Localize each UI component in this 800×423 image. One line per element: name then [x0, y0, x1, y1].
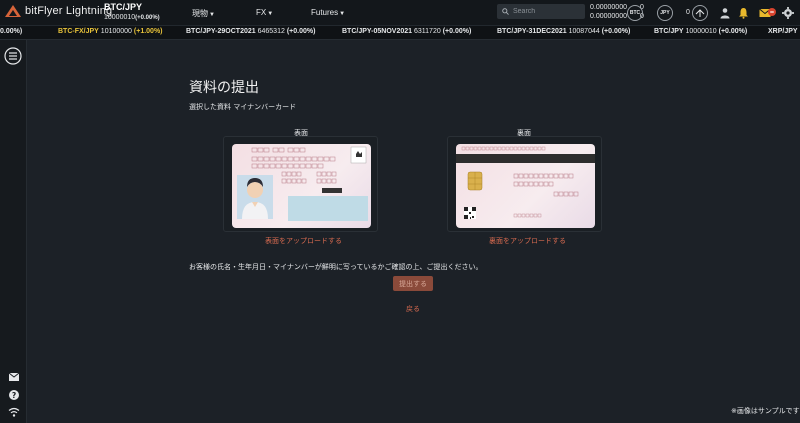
bell-icon[interactable]: [738, 7, 749, 19]
front-card-sample-image: [232, 144, 371, 228]
logo-text: bitFlyer Lightning: [25, 5, 113, 17]
back-upload-area[interactable]: [447, 136, 602, 232]
ticker-item[interactable]: 0.00%): [0, 28, 22, 35]
jpy-coin-icon[interactable]: JPY: [657, 5, 673, 21]
main-content: [28, 40, 800, 423]
sidebar: ?: [0, 40, 27, 423]
back-link[interactable]: 戻る: [406, 304, 420, 314]
chevron-down-icon: ▼: [339, 11, 346, 17]
user-icon[interactable]: [719, 7, 731, 19]
page-title: 資料の提出: [189, 80, 259, 96]
ticker-item[interactable]: XRP/JPY 1: [768, 28, 800, 35]
ticker-item[interactable]: BTC-FX/JPY 10100000 (+1.00%): [58, 28, 163, 35]
logo-icon: [5, 5, 21, 17]
front-upload-link[interactable]: 表面をアップロードする: [265, 236, 342, 246]
pair-price: 10000010(+0.00%): [104, 14, 160, 21]
ticker-item[interactable]: BTC/JPY-29OCT2021 6465312 (+0.00%): [186, 28, 315, 35]
mail-notification-icon[interactable]: [759, 7, 777, 18]
balance-display: 0.00000000 0.00000000: [590, 3, 627, 21]
balance-btc: 0.00000000: [590, 4, 627, 11]
logo[interactable]: bitFlyer Lightning: [5, 5, 112, 17]
wifi-icon[interactable]: [8, 407, 20, 417]
transfer-icon[interactable]: [692, 5, 708, 21]
btc-coin-icon[interactable]: BTC: [627, 5, 643, 21]
hamburger-menu-icon[interactable]: [4, 47, 22, 65]
menu-futures[interactable]: Futures▼: [311, 8, 345, 17]
search-icon: [502, 8, 509, 15]
current-pair[interactable]: BTC/JPY 10000010(+0.00%): [104, 2, 160, 21]
chevron-down-icon: ▼: [267, 11, 274, 17]
pair-name: BTC/JPY: [104, 2, 143, 12]
back-upload-link[interactable]: 裏面をアップロードする: [489, 236, 566, 246]
svg-text:?: ?: [12, 391, 16, 400]
selected-document-label: 選択した資料 マイナンバーカード: [189, 103, 297, 111]
menu-spot[interactable]: 現物▼: [192, 8, 215, 19]
ticker-item[interactable]: BTC/JPY 10000010 (+0.00%): [654, 28, 747, 35]
settings-icon[interactable]: [782, 7, 794, 19]
zero-value: 0: [686, 9, 690, 16]
submit-button[interactable]: 提出する: [393, 276, 433, 291]
ticker-item[interactable]: BTC/JPY-05NOV2021 6311720 (+0.00%): [342, 28, 471, 35]
balance-jpy: 0.00000000: [590, 13, 627, 20]
mail-icon[interactable]: [9, 373, 19, 381]
front-upload-area[interactable]: [223, 136, 378, 232]
chevron-down-icon: ▼: [209, 12, 215, 18]
menu-fx[interactable]: FX▼: [256, 8, 273, 17]
sample-note: ※画像はサンプルです: [731, 407, 800, 415]
instruction-note: お客様の氏名・生年月日・マイナンバーが鮮明に写っているかご確認の上、ご提出くださ…: [189, 263, 483, 271]
search-box[interactable]: [497, 4, 585, 19]
ticker-item[interactable]: BTC/JPY-31DEC2021 10087044 (+0.00%): [497, 28, 630, 35]
price-ticker: 0.00%) BTC-FX/JPY 10100000 (+1.00%) BTC/…: [0, 26, 800, 40]
help-icon[interactable]: ?: [9, 390, 19, 400]
top-bar: bitFlyer Lightning BTC/JPY 10000010(+0.0…: [0, 0, 800, 26]
search-input[interactable]: [513, 8, 578, 15]
back-card-sample-image: [456, 144, 595, 228]
